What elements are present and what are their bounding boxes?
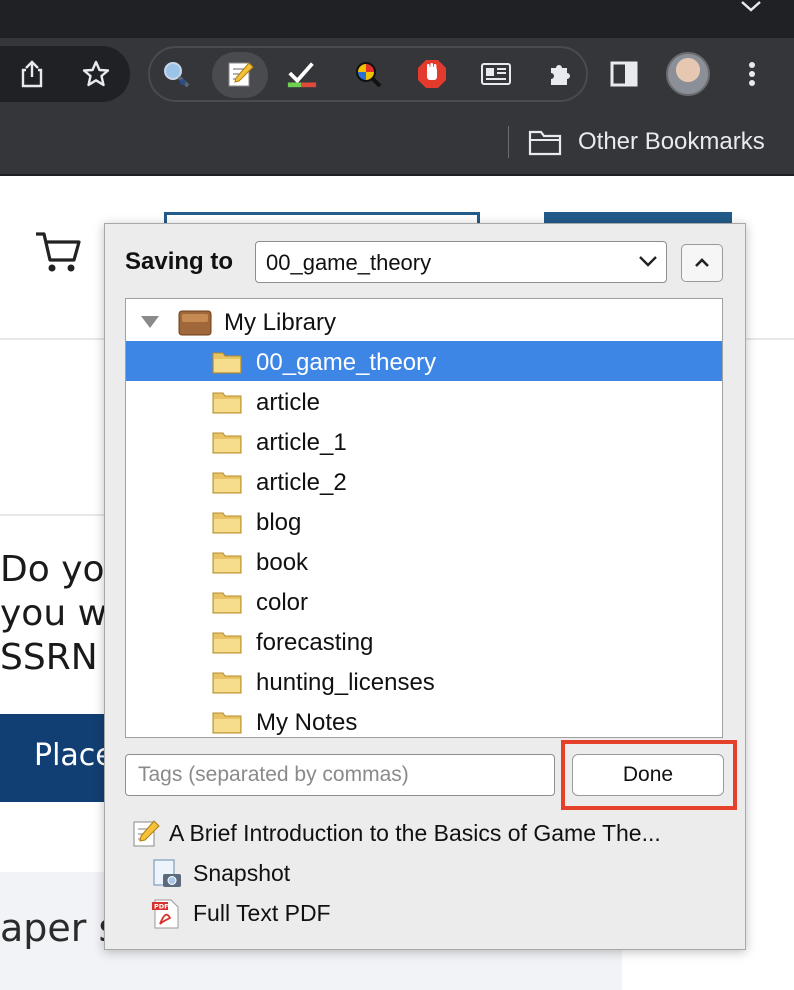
folder-icon	[212, 472, 242, 494]
collection-select[interactable]: 00_game_theory	[255, 241, 667, 283]
folder-icon	[212, 432, 242, 454]
folder-icon	[212, 672, 242, 694]
tree-label: hunting_licenses	[256, 669, 435, 696]
color-picker-icon[interactable]	[352, 58, 384, 90]
tags-input[interactable]	[125, 754, 555, 796]
chevron-down-icon[interactable]	[740, 0, 762, 14]
pdf-icon: PDF	[152, 899, 179, 929]
chevron-down-icon	[639, 256, 657, 267]
tree-label: article_2	[256, 469, 347, 496]
window-top-strip	[0, 0, 794, 38]
tree-label: article_1	[256, 429, 347, 456]
bookmarks-separator	[508, 126, 509, 158]
tree-label: 00_game_theory	[256, 349, 437, 376]
tree-item-collection[interactable]: color	[126, 581, 722, 621]
tree-label: My Library	[224, 309, 337, 336]
folder-icon	[212, 552, 242, 574]
tree-label: blog	[256, 509, 302, 536]
cart-icon[interactable]	[34, 228, 82, 274]
zotero-save-icon[interactable]	[224, 58, 256, 90]
extensions-puzzle-icon[interactable]	[544, 58, 576, 90]
chevron-up-icon	[695, 258, 709, 267]
side-panel-icon[interactable]	[608, 58, 640, 90]
folder-icon	[528, 130, 562, 156]
folder-icon	[212, 632, 242, 654]
page-body-text: Do yo you w SSRN	[0, 549, 108, 678]
folder-icon	[212, 712, 242, 734]
collection-tree[interactable]: My Library 00_game_theory article articl…	[125, 298, 723, 738]
collection-select-value: 00_game_theory	[266, 250, 432, 275]
todo-check-icon[interactable]	[286, 58, 318, 90]
more-vert-icon[interactable]	[736, 58, 768, 90]
tree-item-collection[interactable]: forecasting	[126, 621, 722, 661]
document-edit-icon	[133, 820, 160, 847]
other-bookmarks-link[interactable]: Other Bookmarks	[578, 126, 765, 158]
tree-item-collection[interactable]: blog	[126, 501, 722, 541]
triangle-down-icon[interactable]	[140, 315, 160, 329]
svg-text:PDF: PDF	[154, 903, 169, 911]
tree-label: color	[256, 589, 309, 616]
attachment-snapshot: Snapshot	[193, 860, 291, 886]
avatar[interactable]	[666, 52, 710, 96]
snapshot-icon	[153, 859, 181, 887]
reader-view-icon[interactable]	[480, 58, 512, 90]
zotero-search-icon[interactable]	[160, 58, 192, 90]
saving-to-label: Saving to	[125, 248, 234, 275]
library-icon	[178, 310, 212, 336]
tree-label: forecasting	[256, 629, 374, 656]
done-highlight-annotation	[561, 740, 737, 810]
tree-item-collection[interactable]: hunting_licenses	[126, 661, 722, 701]
star-icon[interactable]	[80, 58, 112, 90]
folder-icon	[212, 592, 242, 614]
tree-item-collection[interactable]: My Notes	[126, 701, 722, 737]
browser-toolbar	[0, 38, 794, 110]
tree-item-collection[interactable]: book	[126, 541, 722, 581]
collapse-tree-button[interactable]	[681, 244, 723, 282]
adblock-hand-icon[interactable]	[416, 58, 448, 90]
attachment-pdf: Full Text PDF	[193, 900, 331, 926]
divider	[0, 514, 110, 516]
tree-item-collection[interactable]: article	[126, 381, 722, 421]
zotero-save-popup: Saving to 00_game_theory My Library 00_g…	[104, 223, 746, 950]
tree-item-collection[interactable]: article_1	[126, 421, 722, 461]
folder-icon	[212, 512, 242, 534]
folder-icon	[212, 392, 242, 414]
page-lower-text: aper s	[0, 906, 119, 950]
tree-label: My Notes	[256, 709, 358, 736]
tree-root-my-library[interactable]: My Library	[126, 301, 722, 341]
folder-icon	[212, 352, 242, 374]
bookmarks-bar: Other Bookmarks	[0, 110, 794, 176]
tree-item-collection[interactable]: 00_game_theory	[126, 341, 722, 381]
tree-label: book	[256, 549, 309, 576]
saved-item-title: A Brief Introduction to the Basics of Ga…	[169, 820, 661, 846]
tree-label: article	[256, 389, 321, 416]
tree-item-collection[interactable]: article_2	[126, 461, 722, 501]
page-cta-label: Place	[34, 738, 114, 773]
share-icon[interactable]	[16, 58, 48, 90]
